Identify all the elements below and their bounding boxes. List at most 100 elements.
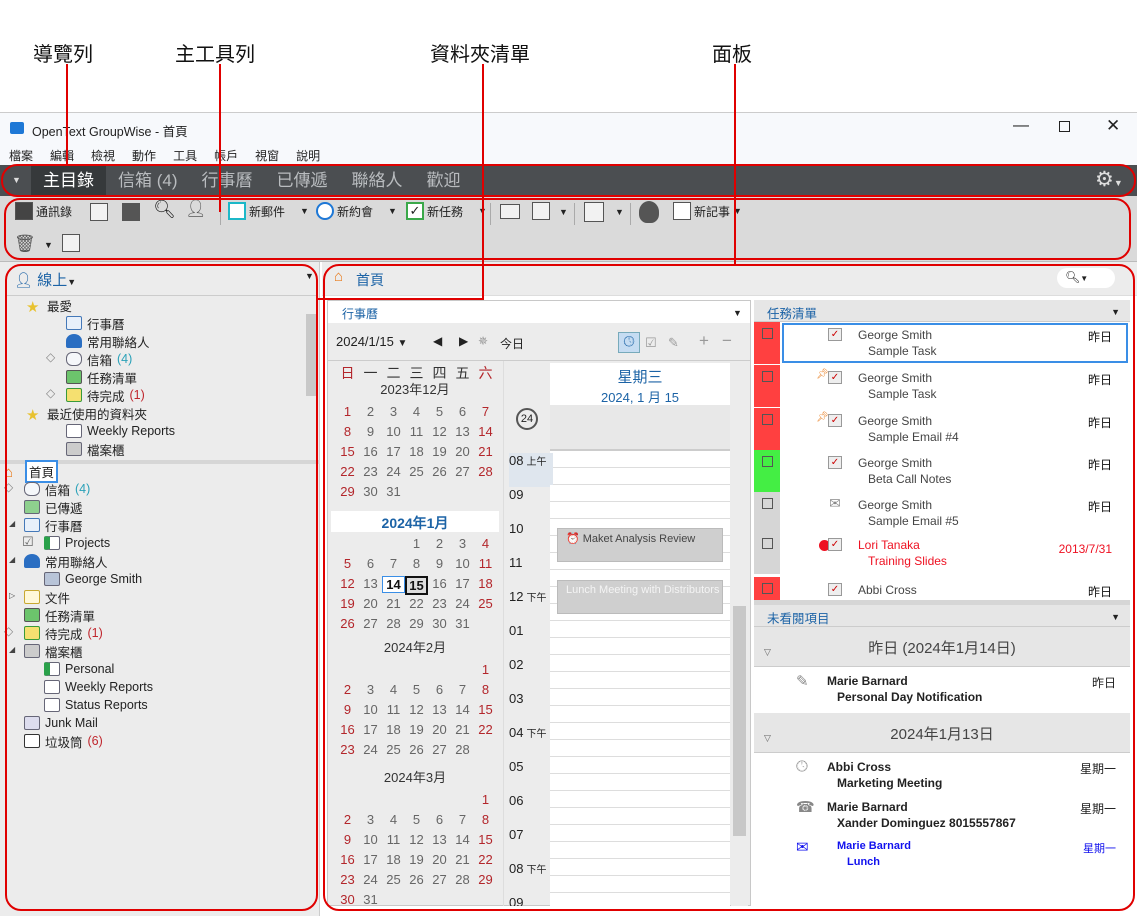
calendar-day[interactable]: 6 <box>428 812 451 827</box>
calendar-day[interactable]: 21 <box>474 444 497 459</box>
calendar-day[interactable]: 24 <box>359 872 382 887</box>
calendar-day[interactable]: 4 <box>405 404 428 419</box>
time-slot[interactable] <box>550 842 730 859</box>
calendar-day[interactable]: 15 <box>474 702 497 717</box>
time-slot[interactable] <box>550 672 730 689</box>
tree-item-contacts[interactable]: 常用聯絡人 <box>24 552 108 570</box>
tree-item-addressbook[interactable]: George Smith <box>44 570 142 588</box>
calendar-day[interactable]: 15 <box>405 576 428 595</box>
calendar-day[interactable]: 23 <box>336 872 359 887</box>
calendar-day[interactable]: 4 <box>474 536 497 551</box>
address-book-button[interactable]: 通訊錄 <box>15 202 72 220</box>
expanded-arrow-icon[interactable]: ◢ <box>9 519 15 528</box>
calendar-day[interactable]: 14 <box>474 424 497 439</box>
menu-item[interactable]: 說明 <box>287 143 328 164</box>
trash-icon[interactable]: 🗑︎ <box>14 234 36 254</box>
task-item[interactable]: ✓ George Smith Sample Task 昨日 <box>754 322 1130 364</box>
settings-gear-icon[interactable]: ⚙▼ <box>1095 167 1123 192</box>
task-filter-icon[interactable]: ☑ <box>645 335 657 351</box>
task-item[interactable]: 📌︎ ✓ George Smith Sample Task 昨日 <box>754 365 1130 407</box>
tree-item-calendar[interactable]: 行事曆 <box>66 314 125 332</box>
calendar-day[interactable]: 14 <box>382 576 405 593</box>
calendar-day[interactable]: 9 <box>336 702 359 717</box>
find-icon[interactable] <box>62 234 80 252</box>
grid-icon[interactable] <box>584 202 604 222</box>
calendar-day[interactable]: 17 <box>451 576 474 591</box>
time-slot[interactable] <box>550 451 730 468</box>
tree-item-shared-folder[interactable]: Personal <box>44 660 114 678</box>
date-group-header[interactable]: ▽ 昨日 (2024年1月14日) <box>754 627 1130 667</box>
calendar-day[interactable]: 27 <box>359 616 382 631</box>
tree-item-folder[interactable]: Weekly Reports <box>44 678 153 696</box>
calendar-day[interactable]: 24 <box>451 596 474 611</box>
time-slot[interactable] <box>550 825 730 842</box>
today-button[interactable]: 今日 <box>500 335 524 352</box>
calendar-day[interactable]: 21 <box>451 722 474 737</box>
calendar-day[interactable]: 16 <box>428 576 451 591</box>
calendar-day[interactable]: 2 <box>428 536 451 551</box>
minimize-button[interactable]: — <box>1013 117 1029 135</box>
calendar-day[interactable]: 3 <box>359 812 382 827</box>
calendar-day[interactable]: 2 <box>336 682 359 697</box>
menu-item[interactable]: 動作 <box>123 143 164 164</box>
calendar-day[interactable]: 29 <box>474 872 497 887</box>
time-slot[interactable] <box>550 740 730 757</box>
tree-item-contacts[interactable]: 常用聯絡人 <box>66 332 150 350</box>
new-note-button[interactable]: 新記事 ▼ <box>673 202 742 220</box>
maximize-button[interactable] <box>1059 121 1070 132</box>
tree-item-documents[interactable]: 文件 <box>24 588 70 606</box>
calendar-day[interactable]: 13 <box>359 576 382 591</box>
tree-item-folder[interactable]: Weekly Reports <box>66 422 175 440</box>
time-slot[interactable] <box>550 808 730 825</box>
tree-item-junk[interactable]: Junk Mail <box>24 714 98 732</box>
calendar-day[interactable]: 22 <box>474 852 497 867</box>
calendar-day[interactable]: 6 <box>428 682 451 697</box>
task-item[interactable]: ✓ Abbi Cross 昨日 <box>754 577 1130 600</box>
lightbulb-icon[interactable] <box>639 201 659 223</box>
time-slot[interactable] <box>550 859 730 876</box>
tree-item-worklist[interactable]: 待完成 (1) <box>66 386 145 404</box>
calendar-day[interactable]: 20 <box>451 444 474 459</box>
time-slot[interactable] <box>550 655 730 672</box>
calendar-day[interactable]: 10 <box>451 556 474 571</box>
search-icon[interactable]: 🔍︎ <box>153 199 176 220</box>
complete-checkbox[interactable] <box>762 328 773 339</box>
note-filter-icon[interactable]: ✎ <box>668 335 679 351</box>
menu-item[interactable]: 帳戶 <box>205 143 246 164</box>
calendar-day[interactable]: 24 <box>359 742 382 757</box>
find-folder-icon[interactable] <box>90 203 108 221</box>
collapsed-arrow-icon[interactable]: ▷ <box>9 591 15 600</box>
calendar-day[interactable]: 26 <box>405 872 428 887</box>
calendar-day[interactable]: 29 <box>336 484 359 499</box>
calendar-day[interactable]: 19 <box>428 444 451 459</box>
new-appointment-button[interactable]: 新約會 ▼ <box>316 202 397 220</box>
calendar-day[interactable]: 18 <box>382 852 405 867</box>
calendar-day[interactable]: 22 <box>336 464 359 479</box>
calendar-day[interactable]: 25 <box>382 872 405 887</box>
calendar-day[interactable]: 25 <box>382 742 405 757</box>
panel-menu-dropdown[interactable]: ▼ <box>733 308 742 318</box>
calendar-day[interactable]: 20 <box>359 596 382 611</box>
tree-item-worklist[interactable]: 待完成 (1) <box>24 624 103 642</box>
calendar-day[interactable]: 27 <box>428 742 451 757</box>
calendar-day[interactable]: 30 <box>359 484 382 499</box>
calendar-day[interactable]: 9 <box>428 556 451 571</box>
calendar-day[interactable]: 16 <box>336 722 359 737</box>
calendar-day[interactable]: 3 <box>382 404 405 419</box>
calendar-day[interactable]: 31 <box>359 892 382 907</box>
calendar-day[interactable]: 24 <box>382 464 405 479</box>
time-slot[interactable] <box>550 876 730 893</box>
unread-item[interactable]: ✎ Marie Barnard Personal Day Notification 昨… <box>754 670 1130 712</box>
today-icon[interactable]: ✵ <box>478 334 488 348</box>
calendar-day[interactable]: 17 <box>382 444 405 459</box>
calendar-day[interactable]: 31 <box>451 616 474 631</box>
search-dropdown[interactable]: 🔍︎▼ <box>1057 268 1115 288</box>
calendar-print-icon[interactable] <box>122 203 140 221</box>
unread-item[interactable]: ☎ Marie Barnard Xander Dominguez 801555786… <box>754 796 1130 838</box>
calendar-day[interactable]: 10 <box>382 424 405 439</box>
complete-checkbox[interactable] <box>762 371 773 382</box>
calendar-day[interactable]: 21 <box>382 596 405 611</box>
calendar-day[interactable]: 1 <box>336 404 359 419</box>
calendar-day[interactable]: 18 <box>474 576 497 591</box>
calendar-day[interactable]: 13 <box>428 702 451 717</box>
